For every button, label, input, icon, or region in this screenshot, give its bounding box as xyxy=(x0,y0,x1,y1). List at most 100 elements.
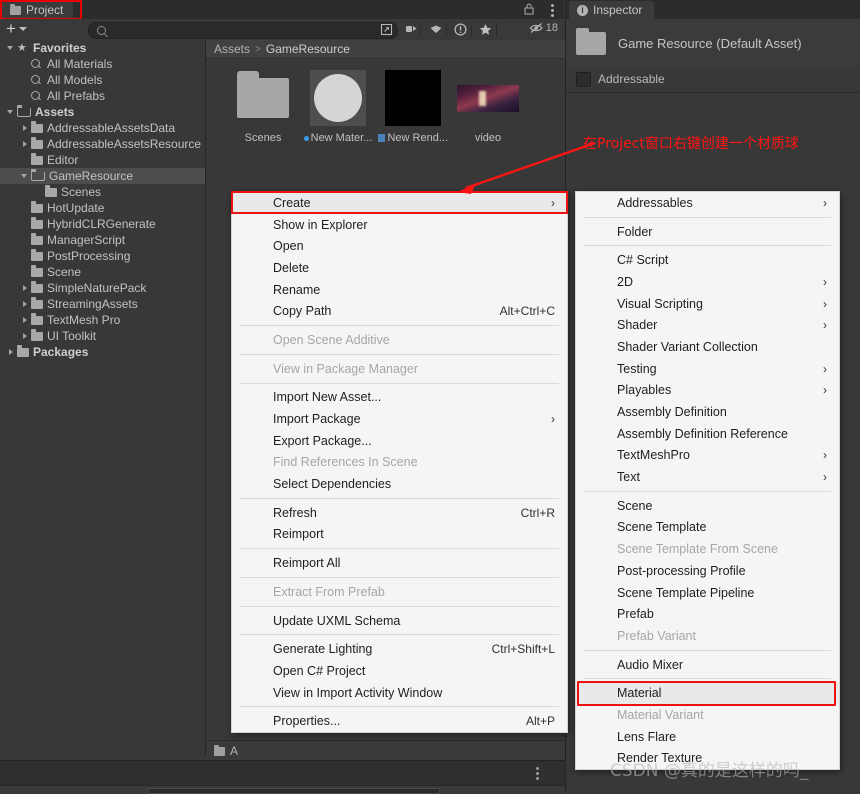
menu-item[interactable]: Lens Flare xyxy=(576,726,839,748)
tab-inspector[interactable]: i Inspector xyxy=(569,1,655,19)
menu-item[interactable]: Addressables › xyxy=(576,192,839,214)
create-submenu[interactable]: Addressables › Folder C# Script 2D › Visual Sc… xyxy=(575,191,840,771)
asset-item[interactable]: New Rend... xyxy=(378,67,448,144)
tree-item[interactable]: PostProcessing xyxy=(0,248,205,264)
menu-item[interactable]: Reimport xyxy=(232,524,567,546)
menu-item-label: Audio Mixer xyxy=(617,657,683,672)
menu-item[interactable]: 2D › xyxy=(576,271,839,293)
lock-icon[interactable] xyxy=(524,3,534,15)
menu-item[interactable]: Audio Mixer xyxy=(576,654,839,676)
tree-item[interactable]: HotUpdate xyxy=(0,200,205,216)
chevron-right-icon[interactable] xyxy=(6,347,16,357)
search-icon xyxy=(31,91,43,101)
menu-item[interactable]: Material xyxy=(576,682,839,705)
tree-item[interactable]: Assets xyxy=(0,104,205,120)
menu-item[interactable]: View in Import Activity Window xyxy=(232,682,567,704)
menu-item[interactable]: Open xyxy=(232,235,567,257)
tree-item[interactable]: GameResource xyxy=(0,168,205,184)
menu-item[interactable]: Shader Variant Collection xyxy=(576,336,839,358)
filter-label-icon[interactable] xyxy=(423,21,448,38)
search-input[interactable] xyxy=(88,22,398,39)
filter-warning-icon[interactable] xyxy=(448,21,473,38)
breadcrumb-current[interactable]: GameResource xyxy=(266,42,350,56)
tree-item[interactable]: ★ Favorites xyxy=(0,40,205,56)
menu-item[interactable]: Properties... Alt+P xyxy=(232,710,567,732)
chevron-down-icon[interactable] xyxy=(20,171,30,181)
menu-item[interactable]: Export Package... xyxy=(232,430,567,452)
tree-item[interactable]: StreamingAssets xyxy=(0,296,205,312)
tree-item[interactable]: TextMesh Pro xyxy=(0,312,205,328)
menu-item[interactable]: Shader › xyxy=(576,314,839,336)
menu-separator xyxy=(240,706,559,708)
menu-item[interactable]: Assembly Definition Reference xyxy=(576,423,839,445)
menu-item[interactable]: Import Package › xyxy=(232,408,567,430)
chevron-down-icon[interactable] xyxy=(6,107,16,117)
menu-item[interactable]: Post-processing Profile xyxy=(576,560,839,582)
menu-item[interactable]: Refresh Ctrl+R xyxy=(232,502,567,524)
menu-item[interactable]: Create › xyxy=(232,192,567,214)
menu-item[interactable]: Generate Lighting Ctrl+Shift+L xyxy=(232,638,567,660)
tree-item[interactable]: All Prefabs xyxy=(0,88,205,104)
tree-item[interactable]: Scene xyxy=(0,264,205,280)
tree-item[interactable]: SimpleNaturePack xyxy=(0,280,205,296)
kebab-menu-icon[interactable] xyxy=(551,4,554,17)
menu-item[interactable]: Visual Scripting › xyxy=(576,293,839,315)
tree-item[interactable]: Editor xyxy=(0,152,205,168)
menu-item[interactable]: Copy Path Alt+Ctrl+C xyxy=(232,300,567,322)
chevron-down-icon[interactable] xyxy=(6,43,16,53)
menu-item[interactable]: Select Dependencies xyxy=(232,473,567,495)
chevron-right-icon[interactable] xyxy=(20,139,30,149)
tree-item[interactable]: HybridCLRGenerate xyxy=(0,216,205,232)
menu-item[interactable]: Prefab xyxy=(576,603,839,625)
project-folder-tree[interactable]: ★ Favorites All Materials All Models All Pre… xyxy=(0,40,206,755)
chevron-right-icon[interactable] xyxy=(20,283,30,293)
hidden-assets-counter[interactable]: 18 xyxy=(529,22,558,34)
kebab-menu-icon[interactable] xyxy=(536,767,539,780)
tree-item[interactable]: ManagerScript xyxy=(0,232,205,248)
tree-item[interactable]: All Materials xyxy=(0,56,205,72)
tree-item[interactable]: Packages xyxy=(0,344,205,360)
menu-item[interactable]: Assembly Definition xyxy=(576,401,839,423)
menu-item[interactable]: Scene Template Pipeline xyxy=(576,582,839,604)
folder-icon xyxy=(31,297,43,309)
menu-item[interactable]: Folder xyxy=(576,221,839,243)
menu-item[interactable]: Rename xyxy=(232,279,567,301)
render-texture-badge-icon xyxy=(378,134,386,142)
menu-item[interactable]: Scene Template xyxy=(576,517,839,539)
menu-item[interactable]: Delete xyxy=(232,257,567,279)
folder-icon xyxy=(31,265,43,277)
addressable-row[interactable]: Addressable xyxy=(566,67,860,91)
menu-item[interactable]: Testing › xyxy=(576,358,839,380)
tree-item[interactable]: Scenes xyxy=(0,184,205,200)
menu-item[interactable]: Update UXML Schema xyxy=(232,610,567,632)
menu-item[interactable]: Reimport All xyxy=(232,552,567,574)
menu-item[interactable]: Import New Asset... xyxy=(232,387,567,409)
chevron-right-icon[interactable] xyxy=(20,299,30,309)
asset-label: Scenes xyxy=(228,132,298,144)
tree-item-label: All Prefabs xyxy=(47,89,106,103)
tree-item[interactable]: All Models xyxy=(0,72,205,88)
chevron-right-icon[interactable] xyxy=(20,331,30,341)
chevron-right-icon[interactable] xyxy=(20,315,30,325)
tree-item[interactable]: AddressableAssetsResource xyxy=(0,136,205,152)
addressable-checkbox[interactable] xyxy=(576,71,591,87)
asset-item[interactable]: video xyxy=(453,67,523,144)
context-menu[interactable]: Create › Show in Explorer Open Delete Rename C… xyxy=(231,191,568,734)
add-asset-button[interactable]: + xyxy=(6,20,27,37)
menu-item[interactable]: C# Script xyxy=(576,249,839,271)
filter-favorite-icon[interactable] xyxy=(473,21,498,38)
asset-item[interactable]: New Mater... xyxy=(303,67,373,144)
menu-item[interactable]: Scene xyxy=(576,495,839,517)
asset-label-text: Scenes xyxy=(244,132,282,144)
asset-item[interactable]: Scenes xyxy=(228,67,298,144)
tree-item[interactable]: UI Toolkit xyxy=(0,328,205,344)
save-search-icon[interactable] xyxy=(374,21,399,38)
menu-item[interactable]: Text › xyxy=(576,466,839,488)
menu-item[interactable]: Show in Explorer xyxy=(232,214,567,236)
chevron-right-icon[interactable] xyxy=(20,123,30,133)
menu-item[interactable]: Playables › xyxy=(576,380,839,402)
breadcrumb-root[interactable]: Assets xyxy=(214,42,250,56)
menu-item[interactable]: TextMeshPro › xyxy=(576,445,839,467)
menu-item[interactable]: Open C# Project xyxy=(232,660,567,682)
tree-item[interactable]: AddressableAssetsData xyxy=(0,120,205,136)
